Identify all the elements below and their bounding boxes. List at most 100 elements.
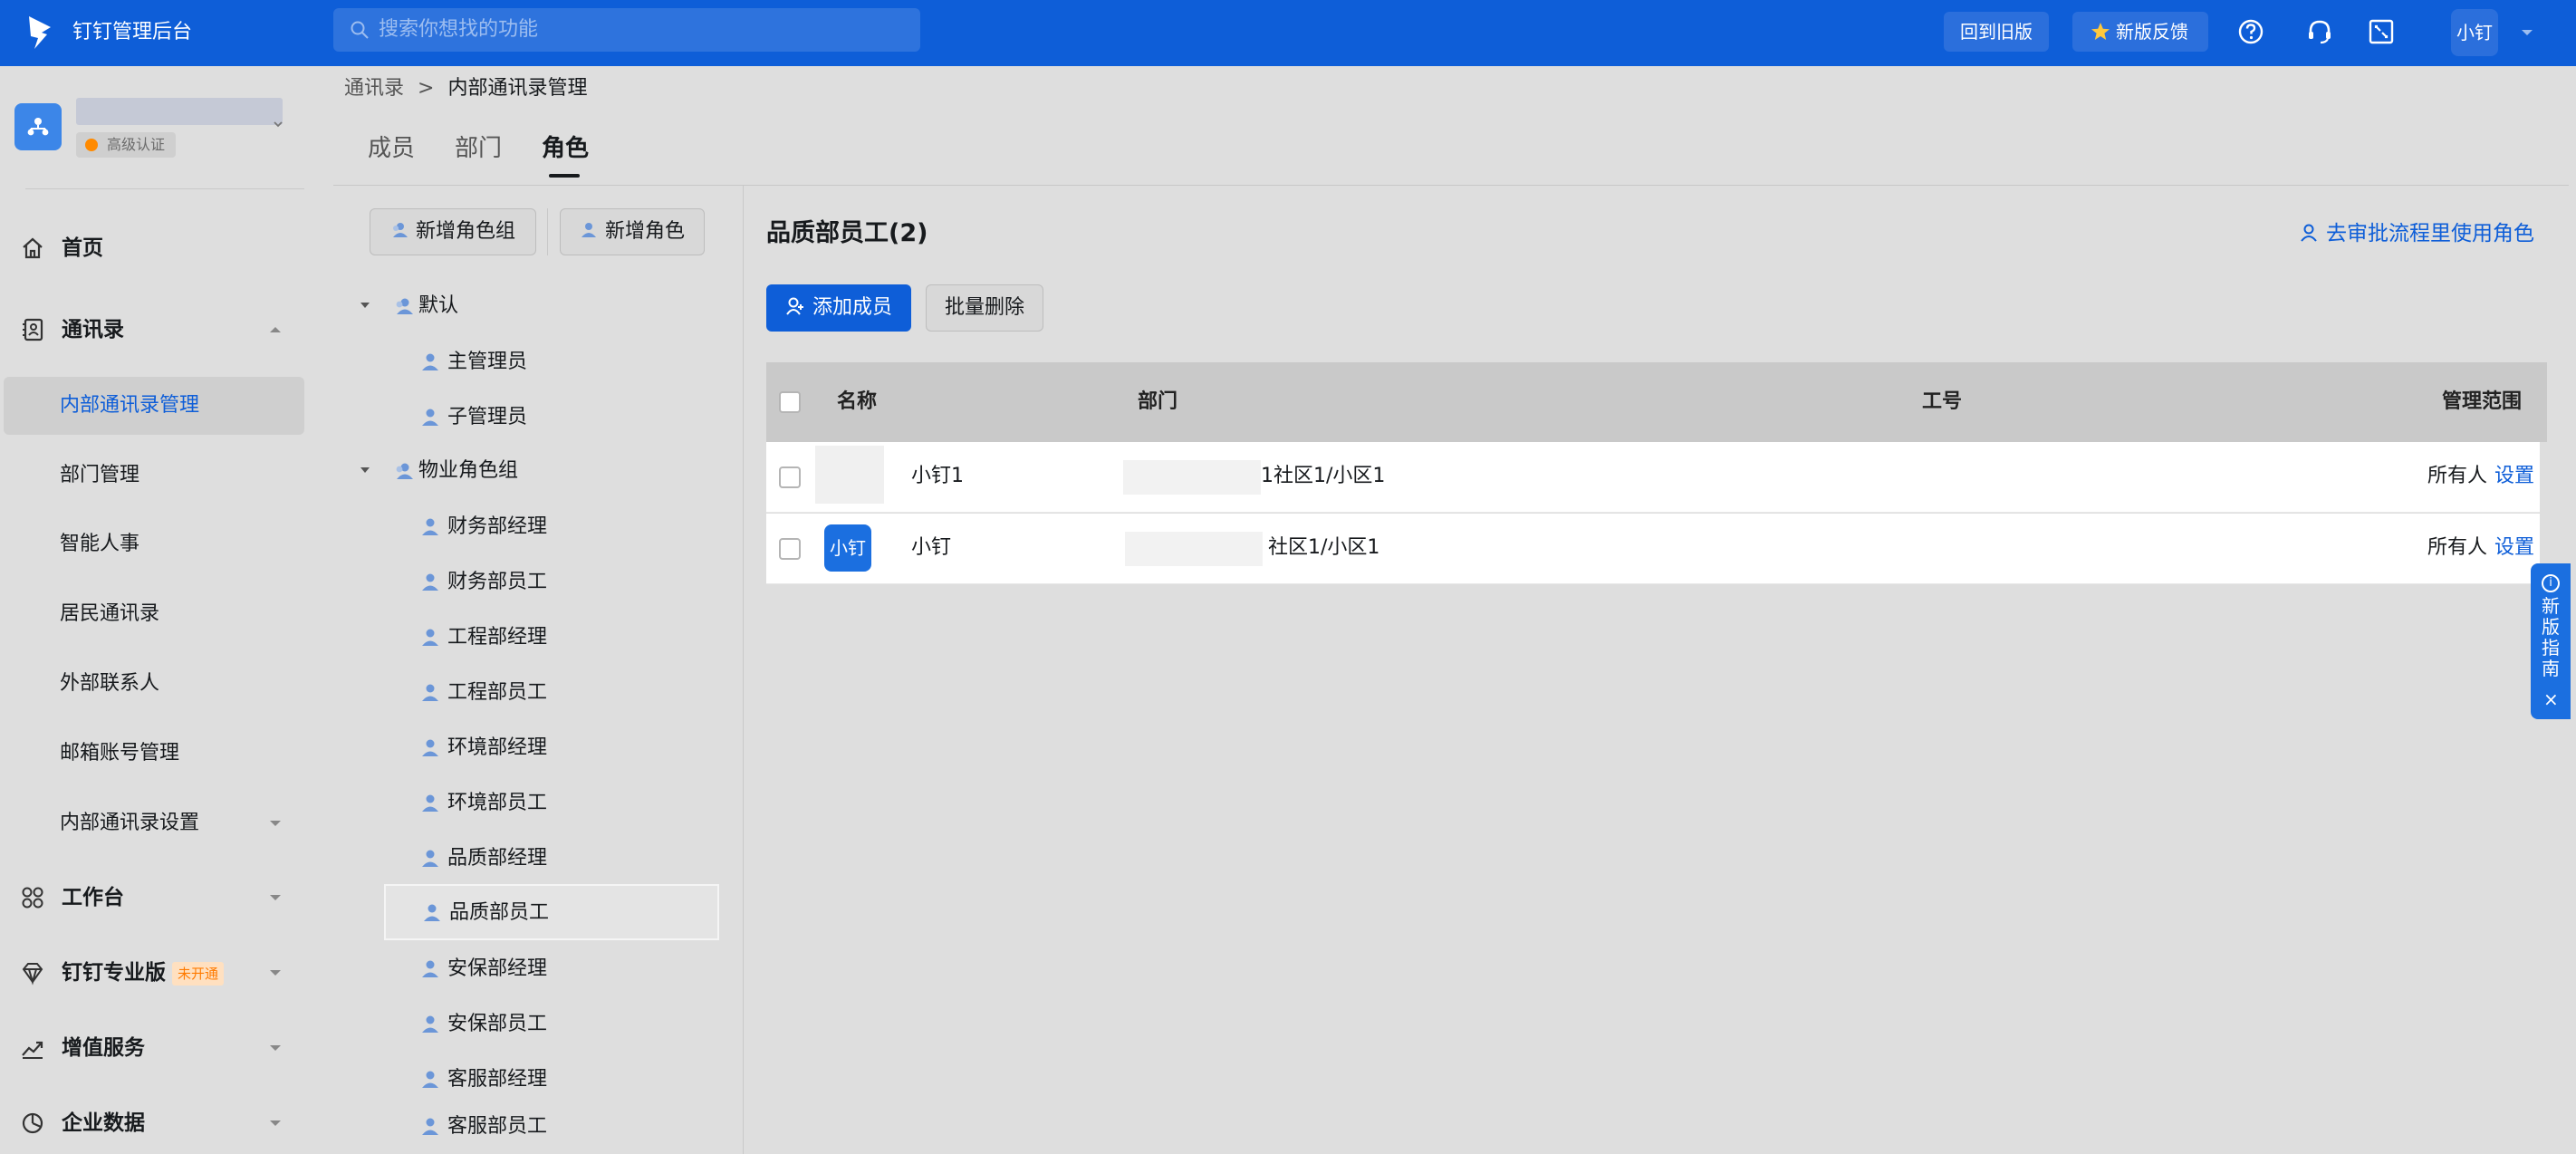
tree-item-role[interactable]: 环境部经理 — [384, 721, 719, 775]
tree-group-label: 默认 — [418, 294, 459, 317]
nav-internal-contacts-label: 内部通讯录管理 — [60, 394, 200, 417]
nav-value-added-label: 增值服务 — [62, 1036, 145, 1060]
tree-item-role[interactable]: 工程部经理 — [384, 611, 719, 665]
tree-group-property[interactable]: 物业角色组 — [359, 451, 703, 491]
scope-settings-link[interactable]: 设置 — [2494, 460, 2534, 493]
table-row: 小钉 小钉 社区1/小区1 所有人 设置 — [766, 514, 2540, 584]
nav-dept-manage[interactable]: 部门管理 — [4, 447, 304, 505]
fullscreen-icon[interactable] — [2366, 16, 2397, 47]
column-header-scope: 管理范围 — [2442, 390, 2523, 413]
dept-redacted — [1123, 460, 1261, 495]
org-icon — [27, 118, 49, 136]
tree-item-role[interactable]: 财务部经理 — [384, 500, 719, 554]
headset-icon[interactable] — [2304, 16, 2335, 47]
search-input[interactable]: 搜索你想找的功能 — [333, 8, 920, 52]
tree-item-role[interactable]: 客服部经理 — [384, 1053, 719, 1107]
person-outline-icon — [2301, 224, 2317, 242]
role-group-icon — [396, 298, 413, 314]
nav-external-contacts[interactable]: 外部联系人 — [4, 655, 304, 713]
person-icon — [422, 1015, 438, 1033]
dingtalk-logo-icon — [29, 16, 51, 49]
person-icon — [422, 684, 438, 701]
tree-item-label: 品质部员工 — [449, 901, 550, 924]
scope-settings-link[interactable]: 设置 — [2494, 532, 2534, 564]
chevron-down-icon[interactable] — [2520, 25, 2534, 40]
nav-resident-contacts[interactable]: 居民通讯录 — [4, 585, 304, 643]
active-tab-indicator — [549, 174, 580, 178]
member-name: 小钉1 — [911, 465, 964, 487]
avatar: 小钉 — [824, 524, 871, 572]
search-icon — [351, 21, 369, 39]
guide-text: 新版指南 — [2542, 595, 2560, 679]
tree-item-role[interactable]: 安保部经理 — [384, 942, 719, 996]
nav-mail-accounts[interactable]: 邮箱账号管理 — [4, 725, 304, 783]
nav-home[interactable]: 首页 — [0, 221, 317, 275]
tree-item-role[interactable]: 安保部员工 — [384, 997, 719, 1052]
add-role-label: 新增角色 — [604, 220, 685, 243]
close-icon[interactable]: × — [2543, 690, 2559, 708]
use-in-approval-link[interactable]: 去审批流程里使用角色 — [2299, 217, 2534, 250]
tree-item-label: 客服部员工 — [447, 1115, 548, 1138]
tree-item-role[interactable]: 客服部员工 — [384, 1100, 719, 1154]
nav-enterprise-data-label: 企业数据 — [62, 1111, 145, 1135]
row-checkbox[interactable] — [779, 466, 801, 488]
breadcrumb-current: 内部通讯录管理 — [447, 77, 588, 100]
column-header-name: 名称 — [837, 390, 878, 413]
person-icon — [422, 518, 438, 535]
person-icon — [422, 353, 438, 370]
tree-item-role[interactable]: 财务部员工 — [384, 555, 719, 610]
nav-smart-hr-label: 智能人事 — [60, 533, 140, 555]
tree-group-label: 物业角色组 — [418, 459, 519, 482]
select-all-checkbox[interactable] — [779, 391, 801, 413]
breadcrumb-root[interactable]: 通讯录 — [344, 77, 404, 100]
feedback-label: 新版反馈 — [2116, 21, 2188, 43]
tree-item-role[interactable]: 主管理员 — [384, 335, 719, 389]
person-icon — [581, 223, 596, 237]
tab-departments[interactable]: 部门 — [455, 130, 502, 167]
new-version-guide[interactable]: i 新版指南 × — [2531, 563, 2571, 719]
nav-smart-hr[interactable]: 智能人事 — [4, 515, 304, 573]
tree-item-role[interactable]: 工程部员工 — [384, 666, 719, 720]
user-avatar[interactable]: 小钉 — [2451, 9, 2498, 56]
diamond-icon — [22, 963, 43, 986]
nav-enterprise-data[interactable]: 企业数据 — [0, 1096, 317, 1150]
contacts-icon — [23, 318, 43, 341]
back-to-old-button[interactable]: 回到旧版 — [1944, 12, 2049, 52]
feedback-button[interactable]: 新版反馈 — [2072, 12, 2208, 52]
row-checkbox[interactable] — [779, 538, 801, 560]
batch-delete-button[interactable]: 批量删除 — [926, 284, 1043, 332]
tree-item-role[interactable]: 环境部员工 — [384, 776, 719, 831]
nav-contacts[interactable]: 通讯录 — [0, 303, 317, 357]
role-group-icon — [392, 223, 408, 237]
nav-contacts-settings[interactable]: 内部通讯录设置 — [4, 794, 304, 852]
add-role-group-button[interactable]: 新增角色组 — [370, 208, 536, 255]
tree-item-label: 主管理员 — [447, 351, 528, 373]
help-icon[interactable] — [2235, 16, 2266, 47]
tree-item-label: 品质部经理 — [447, 847, 548, 870]
nav-dept-manage-label: 部门管理 — [60, 464, 140, 486]
nav-workbench[interactable]: 工作台 — [0, 870, 317, 925]
nav-value-added[interactable]: 增值服务 — [0, 1021, 317, 1075]
add-role-button[interactable]: 新增角色 — [560, 208, 705, 255]
chevron-down-icon — [270, 895, 281, 900]
person-icon — [422, 1118, 438, 1135]
caret-down-icon — [360, 303, 370, 308]
tree-item-label: 客服部经理 — [447, 1068, 548, 1091]
org-switch-chevron-icon[interactable] — [272, 118, 284, 130]
nav-internal-contacts[interactable]: 内部通讯录管理 — [4, 377, 304, 435]
person-icon — [422, 1071, 438, 1088]
tree-item-role[interactable]: 子管理员 — [384, 390, 719, 445]
tab-members[interactable]: 成员 — [368, 130, 415, 167]
member-dept: 1社区1/小区1 — [1261, 465, 1386, 487]
tree-item-role[interactable]: 品质部经理 — [384, 832, 719, 886]
tree-item-label: 安保部员工 — [447, 1013, 548, 1035]
add-member-button[interactable]: 添加成员 — [766, 284, 911, 332]
table-row: 小钉1 1社区1/小区1 所有人 设置 — [766, 442, 2540, 513]
tree-group-default[interactable]: 默认 — [359, 286, 703, 326]
chevron-down-icon — [270, 821, 281, 826]
tree-item-role-selected[interactable]: 品质部员工 — [384, 884, 719, 940]
org-avatar[interactable] — [14, 103, 62, 150]
nav-pro[interactable]: 钉钉专业版 未开通 — [0, 946, 317, 1000]
nav-contacts-settings-label: 内部通讯录设置 — [60, 812, 200, 834]
tab-roles[interactable]: 角色 — [542, 130, 589, 167]
